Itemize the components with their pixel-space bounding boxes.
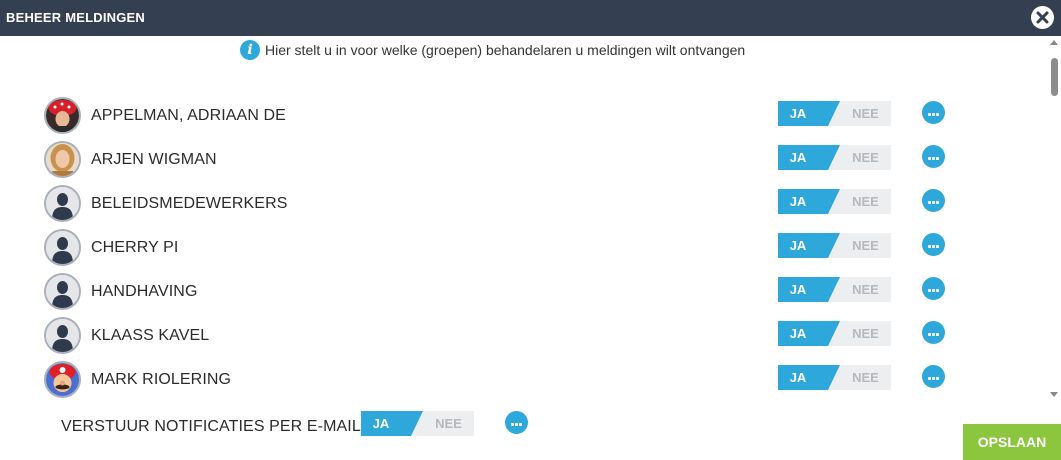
toggle-yes[interactable]: JA: [361, 411, 401, 436]
ellipsis-icon: [928, 333, 939, 336]
recipient-row: APPELMAN, ADRIAAN DE JA NEE: [0, 94, 1000, 138]
toggle-no[interactable]: NEE: [840, 233, 891, 258]
ellipsis-icon: [928, 157, 939, 160]
notify-toggle[interactable]: JA NEE: [778, 101, 891, 126]
avatar: [44, 317, 81, 354]
default-person-icon: [46, 275, 79, 308]
ellipsis-icon: [928, 377, 939, 380]
recipient-row: ARJEN WIGMAN JA NEE: [0, 138, 1000, 182]
toggle-no[interactable]: NEE: [840, 321, 891, 346]
recipient-name: KLAASS KAVEL: [91, 327, 210, 344]
ellipsis-icon: [511, 423, 522, 426]
close-icon: [1036, 11, 1049, 24]
ellipsis-icon: [928, 245, 939, 248]
notify-toggle[interactable]: JA NEE: [778, 365, 891, 390]
ellipsis-icon: [928, 113, 939, 116]
ellipsis-icon: [928, 289, 939, 292]
toggle-yes[interactable]: JA: [778, 101, 818, 126]
more-options-button[interactable]: [922, 233, 945, 256]
recipient-name: CHERRY PI: [91, 239, 179, 256]
toggle-no[interactable]: NEE: [840, 145, 891, 170]
more-options-button[interactable]: [922, 365, 945, 388]
window-title: BEHEER MELDINGEN: [6, 10, 145, 25]
avatar: [44, 361, 81, 398]
recipient-name: HANDHAVING: [91, 283, 198, 300]
photo-mario-icon: [46, 363, 79, 396]
notify-toggle[interactable]: JA NEE: [778, 189, 891, 214]
avatar: [44, 141, 81, 178]
notify-toggle[interactable]: JA NEE: [778, 321, 891, 346]
recipient-name: BELEIDSMEDEWERKERS: [91, 195, 288, 212]
toggle-no[interactable]: NEE: [840, 101, 891, 126]
more-options-button[interactable]: [922, 101, 945, 124]
photo-red-hat-icon: [46, 99, 79, 132]
info-text: Hier stelt u in voor welke (groepen) beh…: [265, 42, 746, 58]
toggle-yes[interactable]: JA: [778, 189, 818, 214]
toggle-no[interactable]: NEE: [840, 277, 891, 302]
recipient-name: MARK RIOLERING: [91, 371, 232, 388]
more-options-button[interactable]: [922, 277, 945, 300]
avatar: [44, 97, 81, 134]
default-person-icon: [46, 231, 79, 264]
photo-blonde-icon: [46, 143, 79, 176]
title-bar: BEHEER MELDINGEN: [0, 0, 1061, 36]
more-options-button[interactable]: [922, 145, 945, 168]
recipient-row: HANDHAVING JA NEE: [0, 270, 1000, 314]
notify-toggle[interactable]: JA NEE: [778, 277, 891, 302]
scroll-up-arrow-icon[interactable]: [1050, 40, 1058, 45]
avatar: [44, 229, 81, 266]
save-button[interactable]: OPSLAAN: [963, 424, 1061, 460]
toggle-no[interactable]: NEE: [840, 365, 891, 390]
email-more-options-button[interactable]: [505, 411, 528, 434]
toggle-yes[interactable]: JA: [778, 233, 818, 258]
close-button[interactable]: [1031, 6, 1054, 29]
toggle-yes[interactable]: JA: [778, 365, 818, 390]
recipient-name: ARJEN WIGMAN: [91, 151, 217, 168]
recipient-row: BELEIDSMEDEWERKERS JA NEE: [0, 182, 1000, 226]
default-person-icon: [46, 187, 79, 220]
default-person-icon: [46, 319, 79, 352]
email-toggle[interactable]: JA NEE: [361, 411, 474, 436]
toggle-yes[interactable]: JA: [778, 145, 818, 170]
ellipsis-icon: [928, 201, 939, 204]
recipient-name: APPELMAN, ADRIAAN DE: [91, 107, 286, 124]
more-options-button[interactable]: [922, 189, 945, 212]
recipient-row: MARK RIOLERING JA NEE: [0, 358, 1000, 402]
avatar: [44, 185, 81, 222]
toggle-yes[interactable]: JA: [778, 277, 818, 302]
recipient-row: CHERRY PI JA NEE: [0, 226, 1000, 270]
notify-toggle[interactable]: JA NEE: [778, 145, 891, 170]
scroll-thumb[interactable]: [1051, 58, 1058, 96]
info-icon: i: [240, 40, 260, 60]
info-message: i Hier stelt u in voor welke (groepen) b…: [240, 40, 745, 60]
scroll-down-arrow-icon[interactable]: [1050, 392, 1058, 397]
recipient-row: KLAASS KAVEL JA NEE: [0, 314, 1000, 358]
toggle-yes[interactable]: JA: [778, 321, 818, 346]
email-notification-label: VERSTUUR NOTIFICATIES PER E-MAIL: [61, 418, 361, 435]
notify-toggle[interactable]: JA NEE: [778, 233, 891, 258]
toggle-no[interactable]: NEE: [840, 189, 891, 214]
toggle-no[interactable]: NEE: [423, 411, 474, 436]
scrollbar[interactable]: [1048, 38, 1061, 404]
more-options-button[interactable]: [922, 321, 945, 344]
avatar: [44, 273, 81, 310]
